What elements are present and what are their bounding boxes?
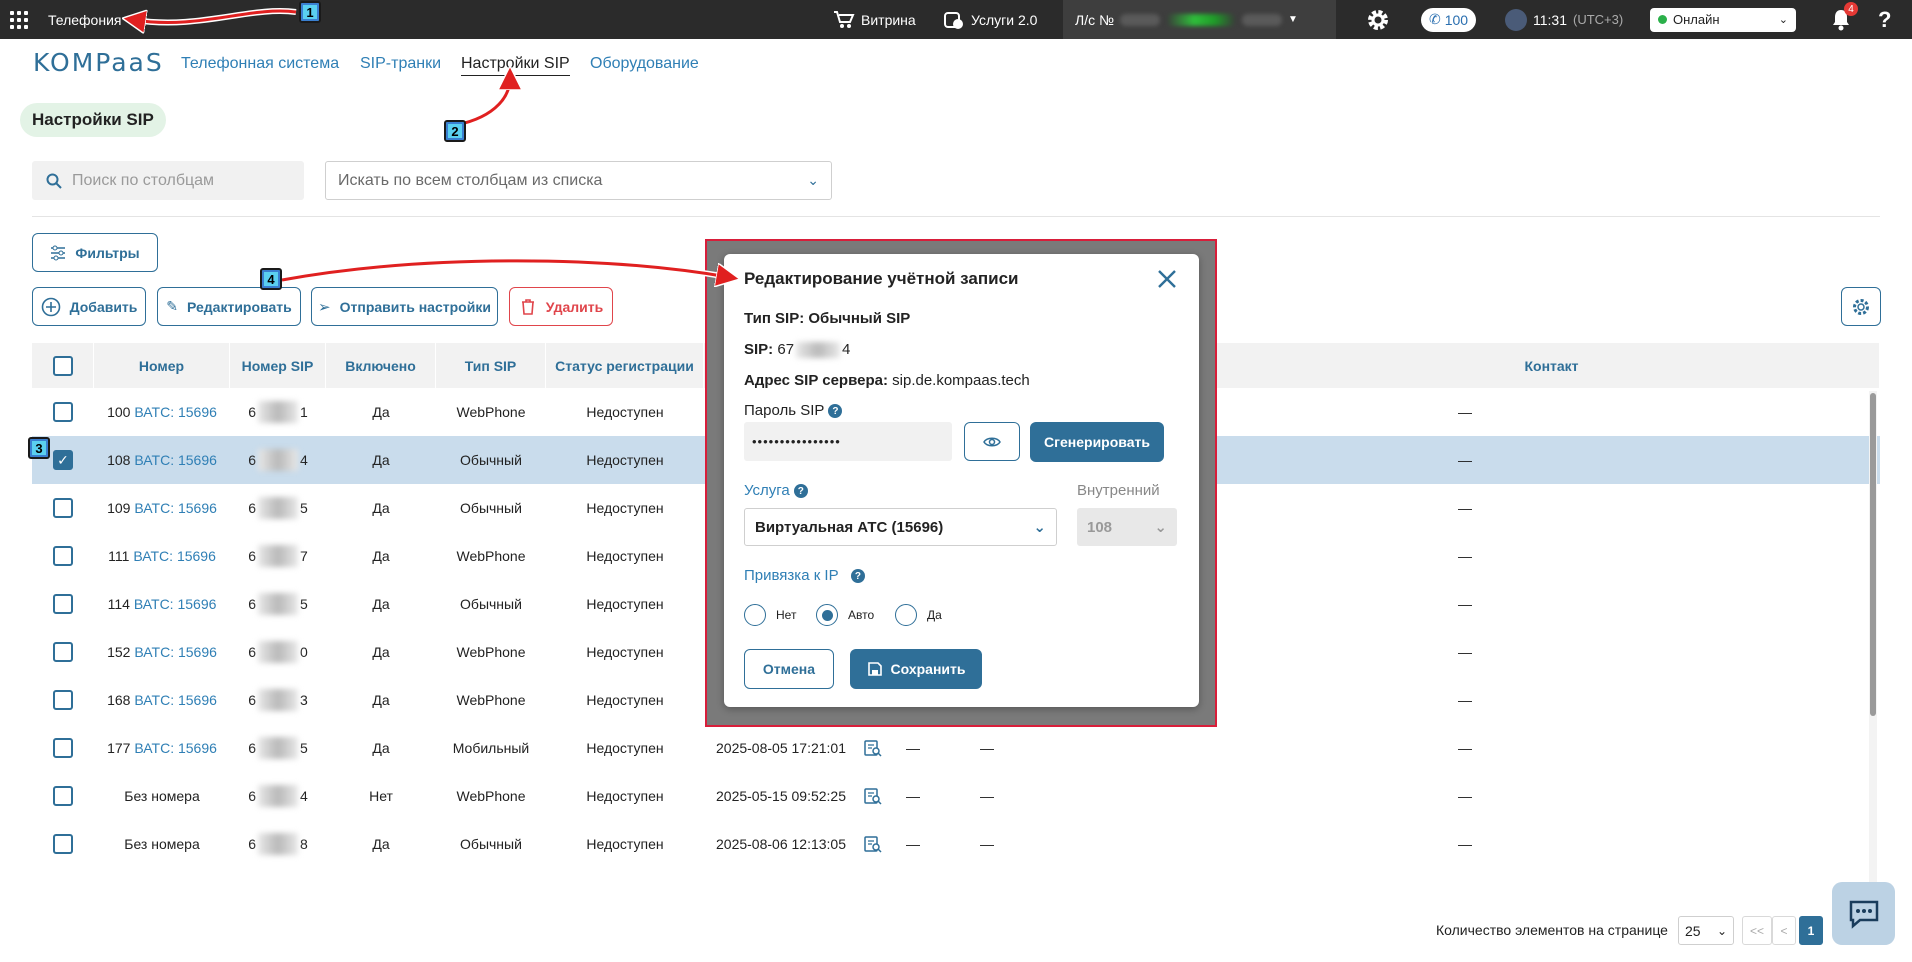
annotation-4: 4	[260, 268, 282, 290]
annotation-2: 2	[444, 120, 466, 142]
annotation-arrows	[0, 8, 1912, 962]
annotation-3: 3	[28, 437, 50, 459]
annotation-1: 1	[299, 1, 321, 23]
